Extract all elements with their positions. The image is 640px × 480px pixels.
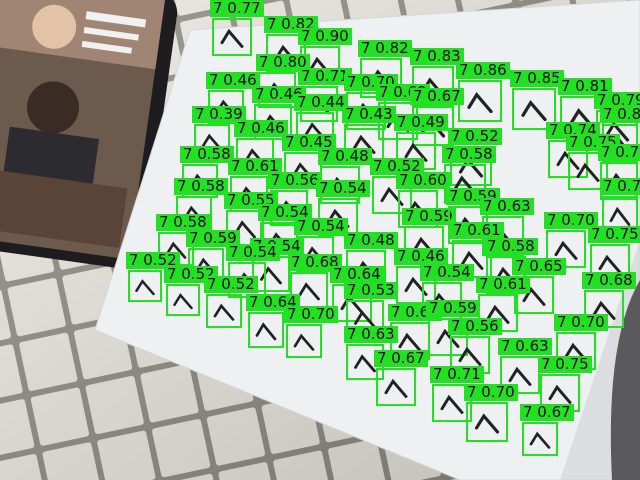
detection-label: 7 0.58: [180, 146, 234, 163]
detection-label: 7 0.90: [298, 28, 352, 45]
detection-label: 7 0.60: [396, 172, 450, 189]
detection-label: 7 0.48: [344, 232, 398, 249]
check-mark-icon: [220, 28, 244, 48]
detection-label: 7 0.58: [442, 146, 496, 163]
detection-label: 7 0.67: [374, 350, 428, 367]
detection-label: 7 0.58: [174, 178, 228, 195]
detection-box: 7 0.52: [204, 276, 258, 328]
detection-label: 7 0.73: [598, 144, 640, 161]
detection-label: 7 0.59: [426, 300, 480, 317]
check-mark-icon: [529, 431, 551, 449]
check-mark-icon: [384, 378, 408, 398]
detection-label: 7 0.48: [318, 148, 372, 165]
detection-label: 7 0.63: [344, 326, 398, 343]
check-mark-icon: [293, 333, 315, 351]
detection-label: 7 0.49: [394, 114, 448, 131]
detection-label: 7 0.67: [520, 404, 574, 421]
detection-label: 7 0.67: [410, 88, 464, 105]
detection-label: 7 0.54: [420, 264, 474, 281]
detection-label: 7 0.70: [554, 314, 608, 331]
check-mark-icon: [467, 91, 493, 114]
detection-label: 7 0.77: [210, 0, 264, 17]
detection-label: 7 0.56: [268, 172, 322, 189]
check-mark-icon: [173, 293, 193, 310]
check-mark-icon: [135, 279, 155, 296]
detection-box: 7 0.70: [464, 384, 518, 442]
detection-box: 7 0.64: [246, 294, 300, 348]
check-mark-icon: [213, 303, 235, 321]
detection-label: 7 0.86: [456, 62, 510, 79]
detection-label: 7 0.44: [294, 94, 348, 111]
detection-label: 7 0.58: [484, 238, 538, 255]
detection-label: 7 0.52: [448, 128, 502, 145]
detection-label: 7 0.75: [538, 356, 592, 373]
detection-label: 7 0.61: [476, 276, 530, 293]
check-mark-icon: [255, 322, 277, 341]
detection-label: 7 0.65: [512, 258, 566, 275]
detection-box: 7 0.77: [210, 0, 264, 56]
detection-label: 7 0.73: [600, 178, 640, 195]
detection-label: 7 0.63: [498, 338, 552, 355]
detection-box: 7 0.67: [374, 350, 428, 406]
detection-label: 7 0.84: [600, 106, 640, 123]
detection-label: 7 0.75: [588, 226, 640, 243]
detection-label: 7 0.54: [316, 180, 370, 197]
detection-label: 7 0.85: [510, 70, 564, 87]
detection-label: 7 0.52: [204, 276, 258, 293]
photo-scene: 7 0.77 7 0.82 7 0.90 7 0.82 7 0.83 7 0.86 7 0.…: [0, 0, 640, 480]
detection-box: 7 0.70: [284, 306, 338, 358]
detection-label: 7 0.54: [226, 244, 280, 261]
detection-label: 7 0.70: [284, 306, 338, 323]
detection-label: 7 0.71: [430, 366, 484, 383]
detection-box: 7 0.52: [126, 252, 180, 302]
detection-label: 7 0.53: [344, 282, 398, 299]
detection-label: 7 0.70: [464, 384, 518, 401]
detection-label: 7 0.63: [480, 198, 534, 215]
detection-box: 7 0.67: [520, 404, 574, 456]
detection-box: 7 0.52: [164, 266, 218, 316]
detection-label: 7 0.46: [234, 120, 288, 137]
detection-label: 7 0.82: [358, 40, 412, 57]
check-mark-icon: [474, 413, 500, 434]
detection-label: 7 0.56: [448, 318, 502, 335]
detection-box: 7 0.86: [456, 62, 510, 122]
detection-label: 7 0.43: [342, 106, 396, 123]
detection-label: 7 0.68: [582, 272, 636, 289]
detection-label: 7 0.54: [294, 218, 348, 235]
